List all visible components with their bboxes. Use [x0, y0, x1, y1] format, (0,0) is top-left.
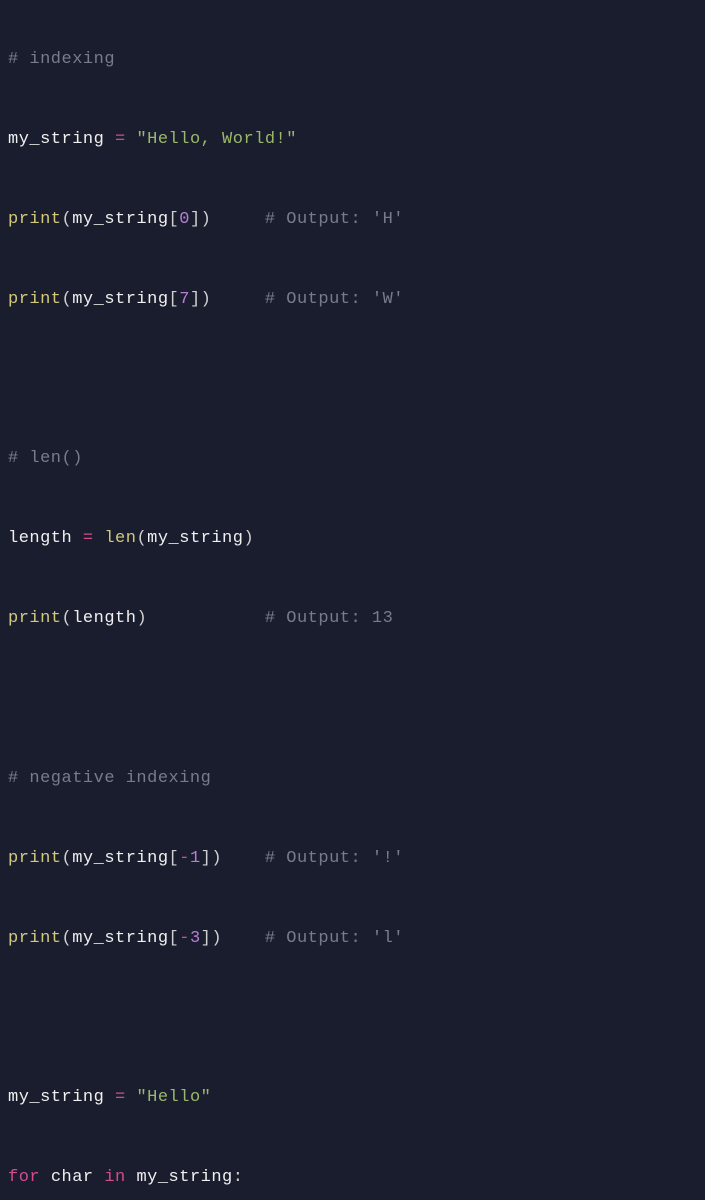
- bracket: ]): [201, 929, 222, 948]
- variable: my_string: [147, 529, 243, 548]
- bracket: [: [169, 849, 180, 868]
- paren: (: [62, 210, 73, 229]
- code-line: my_string = "Hello": [8, 1078, 697, 1118]
- bracket: ]): [201, 849, 222, 868]
- paren: (: [62, 849, 73, 868]
- keyword: in: [104, 1168, 125, 1187]
- keyword: for: [8, 1168, 40, 1187]
- spacing: [40, 1168, 51, 1187]
- comment: # negative indexing: [8, 769, 211, 788]
- colon: :: [233, 1168, 244, 1187]
- code-line: # indexing: [8, 40, 697, 80]
- operator: -: [179, 929, 190, 948]
- code-line-blank: [8, 998, 697, 1038]
- function-call: len: [104, 529, 136, 548]
- spacing: [211, 210, 265, 229]
- bracket: ]): [190, 210, 211, 229]
- variable: my_string: [8, 130, 104, 149]
- code-line-blank: [8, 679, 697, 719]
- bracket: [: [169, 929, 180, 948]
- comment: # indexing: [8, 50, 115, 69]
- variable: my_string: [72, 290, 168, 309]
- variable: my_string: [8, 1088, 104, 1107]
- function-call: print: [8, 849, 62, 868]
- bracket: [: [169, 290, 180, 309]
- function-call: print: [8, 290, 62, 309]
- comment: # Output: 13: [265, 609, 393, 628]
- code-line: length = len(my_string): [8, 519, 697, 559]
- comment: # Output: '!': [265, 849, 404, 868]
- function-call: print: [8, 929, 62, 948]
- operator: =: [104, 130, 136, 149]
- variable: my_string: [136, 1168, 232, 1187]
- code-line: print(my_string[7]) # Output: 'W': [8, 280, 697, 320]
- variable: length: [8, 529, 72, 548]
- comment: # Output: 'H': [265, 210, 404, 229]
- spacing: [94, 1168, 105, 1187]
- spacing: [222, 929, 265, 948]
- comment: # Output: 'W': [265, 290, 404, 309]
- paren: (: [62, 290, 73, 309]
- paren: ): [243, 529, 254, 548]
- string-literal: "Hello": [136, 1088, 211, 1107]
- operator: =: [104, 1088, 136, 1107]
- variable: length: [72, 609, 136, 628]
- code-line: print(length) # Output: 13: [8, 599, 697, 639]
- code-line: # len(): [8, 439, 697, 479]
- code-line: for char in my_string:: [8, 1158, 697, 1198]
- variable: char: [51, 1168, 94, 1187]
- bracket: ]): [190, 290, 211, 309]
- comment: # len(): [8, 449, 83, 468]
- code-line: print(my_string[0]) # Output: 'H': [8, 200, 697, 240]
- number-literal: 7: [179, 290, 190, 309]
- variable: my_string: [72, 210, 168, 229]
- comment: # Output: 'l': [265, 929, 404, 948]
- operator: -: [179, 849, 190, 868]
- code-line: my_string = "Hello, World!": [8, 120, 697, 160]
- spacing: [147, 609, 265, 628]
- code-editor-content: # indexing my_string = "Hello, World!" p…: [8, 0, 697, 1200]
- spacing: [126, 1168, 137, 1187]
- code-line: print(my_string[-1]) # Output: '!': [8, 839, 697, 879]
- variable: my_string: [72, 929, 168, 948]
- variable: my_string: [72, 849, 168, 868]
- string-literal: "Hello, World!": [136, 130, 297, 149]
- code-line-blank: [8, 359, 697, 399]
- number-literal: 0: [179, 210, 190, 229]
- paren: (: [136, 529, 147, 548]
- function-call: print: [8, 210, 62, 229]
- number-literal: 3: [190, 929, 201, 948]
- spacing: [211, 290, 265, 309]
- operator: =: [72, 529, 104, 548]
- spacing: [222, 849, 265, 868]
- number-literal: 1: [190, 849, 201, 868]
- paren: (: [62, 929, 73, 948]
- bracket: [: [169, 210, 180, 229]
- paren: ): [136, 609, 147, 628]
- code-line: # negative indexing: [8, 759, 697, 799]
- function-call: print: [8, 609, 62, 628]
- code-line: print(my_string[-3]) # Output: 'l': [8, 919, 697, 959]
- paren: (: [62, 609, 73, 628]
